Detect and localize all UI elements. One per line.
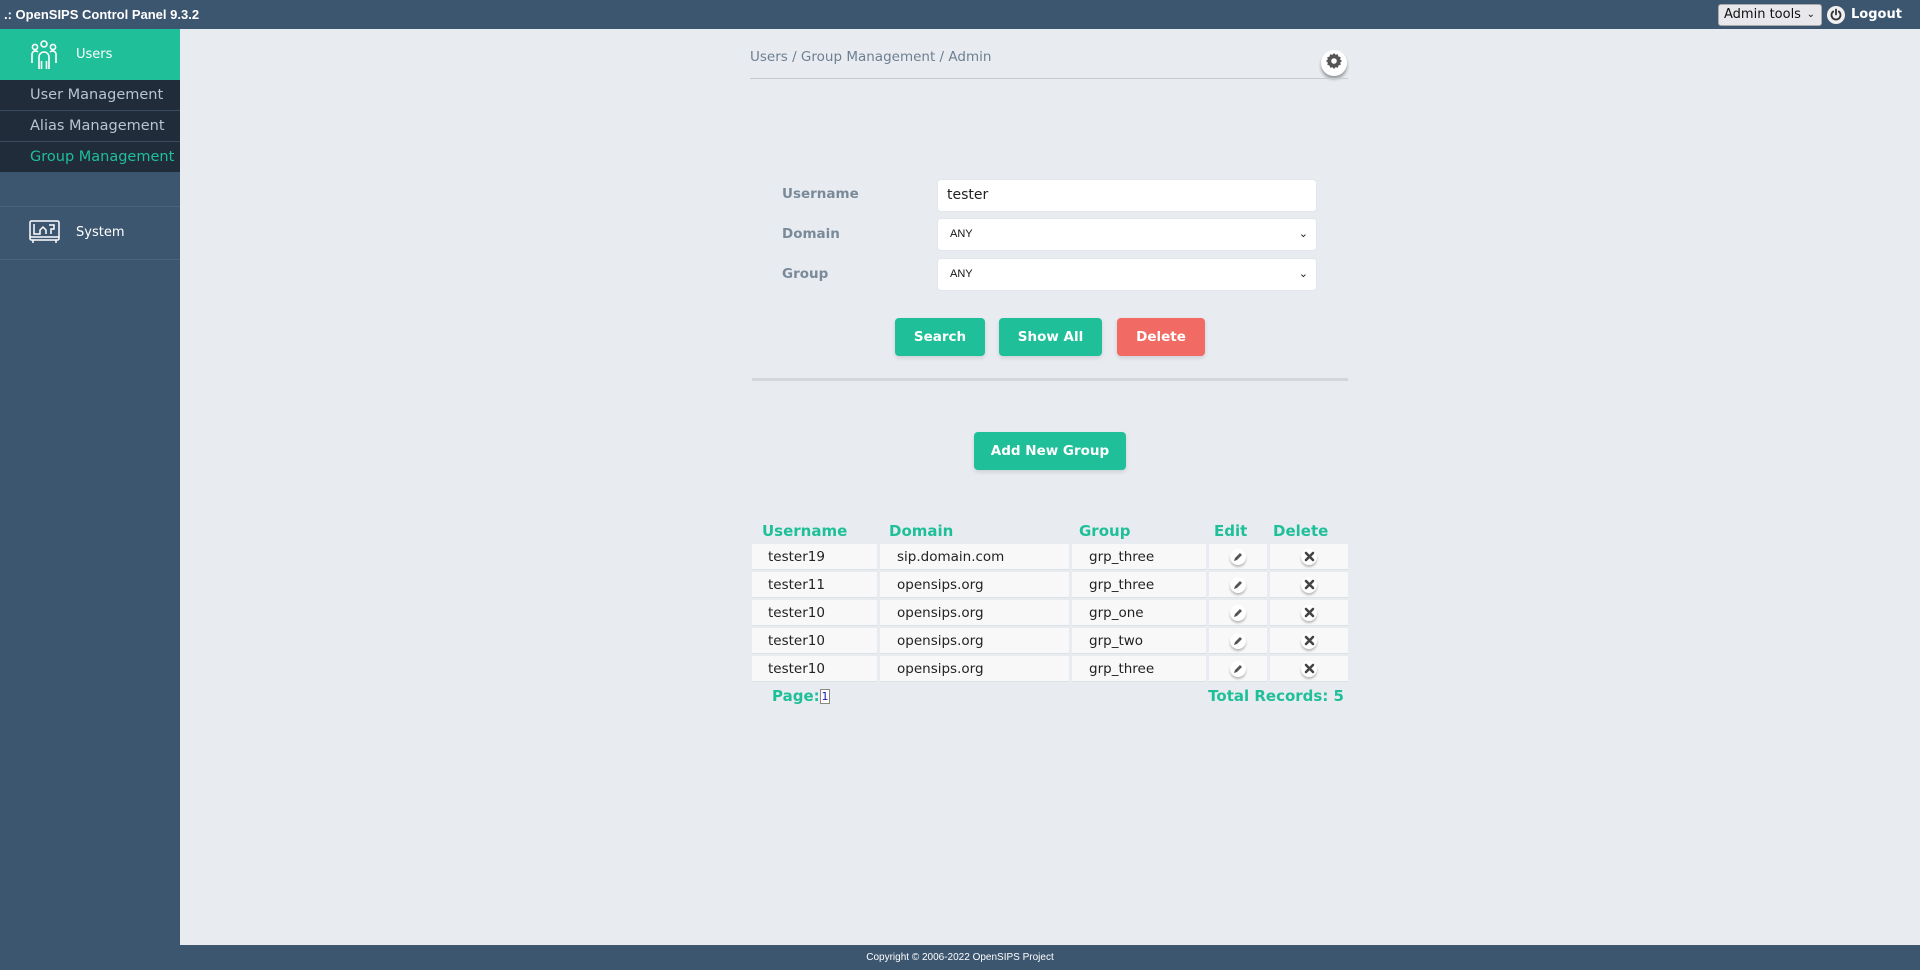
sidebar-item-users[interactable]: Users <box>0 29 180 80</box>
cell-username: tester10 <box>752 656 877 682</box>
domain-label: Domain <box>782 226 840 242</box>
table-row: tester10 opensips.org grp_one <box>752 600 1348 627</box>
delete-row-button[interactable] <box>1270 656 1348 682</box>
sidebar: Users User Management Alias Management G… <box>0 29 180 945</box>
cell-group: grp_two <box>1072 628 1206 654</box>
page-label: Page: <box>772 687 820 705</box>
cell-group: grp_one <box>1072 600 1206 626</box>
admin-tools-label: Admin tools <box>1724 7 1801 22</box>
settings-button[interactable] <box>1321 50 1347 76</box>
column-header-delete: Delete <box>1273 522 1329 540</box>
users-submenu: User Management Alias Management Group M… <box>0 80 180 172</box>
close-icon <box>1301 632 1317 649</box>
pencil-icon <box>1230 548 1246 565</box>
search-button[interactable]: Search <box>895 318 985 356</box>
show-all-button[interactable]: Show All <box>999 318 1102 356</box>
cell-domain: opensips.org <box>880 600 1069 626</box>
section-divider <box>752 378 1348 381</box>
domain-select-value: ANY <box>950 228 973 240</box>
group-select-value: ANY <box>950 268 973 280</box>
sidebar-item-alias-management[interactable]: Alias Management <box>0 111 180 142</box>
chevron-down-icon: ⌄ <box>1298 228 1308 240</box>
logout-link[interactable]: Logout <box>1851 7 1902 22</box>
users-icon <box>29 39 59 71</box>
cell-domain: sip.domain.com <box>880 544 1069 570</box>
edit-button[interactable] <box>1209 572 1267 598</box>
sidebar-system-label: System <box>76 225 125 240</box>
pencil-icon <box>1230 576 1246 593</box>
column-header-domain: Domain <box>889 522 954 540</box>
cell-domain: opensips.org <box>880 656 1069 682</box>
delete-row-button[interactable] <box>1270 600 1348 626</box>
edit-button[interactable] <box>1209 600 1267 626</box>
chevron-down-icon: ⌄ <box>1298 268 1308 280</box>
sidebar-item-group-management[interactable]: Group Management <box>0 142 180 173</box>
app-title: .: OpenSIPS Control Panel 9.3.2 <box>4 7 200 22</box>
username-input[interactable]: tester <box>937 179 1317 212</box>
close-icon <box>1301 660 1317 677</box>
footer: Copyright © 2006-2022 OpenSIPS Project <box>0 945 1920 970</box>
page-link-1[interactable]: 1 <box>820 689 830 704</box>
cell-domain: opensips.org <box>880 628 1069 654</box>
pencil-icon <box>1230 604 1246 621</box>
edit-button[interactable] <box>1209 656 1267 682</box>
system-monitor-icon <box>29 220 60 244</box>
chevron-down-icon: ⌄ <box>1806 9 1815 20</box>
cell-group: grp_three <box>1072 572 1206 598</box>
admin-tools-select[interactable]: Admin tools ⌄ <box>1718 4 1822 26</box>
column-header-group: Group <box>1079 522 1131 540</box>
cell-group: grp_three <box>1072 544 1206 570</box>
sidebar-item-user-management[interactable]: User Management <box>0 80 180 111</box>
power-icon[interactable] <box>1827 6 1845 24</box>
top-bar: .: OpenSIPS Control Panel 9.3.2 Admin to… <box>0 0 1920 29</box>
cell-username: tester19 <box>752 544 877 570</box>
close-icon <box>1301 548 1317 565</box>
header-divider <box>750 78 1348 79</box>
breadcrumb: Users / Group Management / Admin <box>750 49 992 65</box>
edit-button[interactable] <box>1209 544 1267 570</box>
close-icon <box>1301 576 1317 593</box>
sidebar-users-label: Users <box>76 47 113 62</box>
gear-icon <box>1326 53 1342 73</box>
domain-select[interactable]: ANY ⌄ <box>937 218 1317 251</box>
total-records: Total Records: 5 <box>1208 687 1344 705</box>
cell-group: grp_three <box>1072 656 1206 682</box>
table-row: tester19 sip.domain.com grp_three <box>752 544 1348 571</box>
delete-row-button[interactable] <box>1270 544 1348 570</box>
delete-row-button[interactable] <box>1270 572 1348 598</box>
column-header-edit: Edit <box>1214 522 1248 540</box>
column-header-username: Username <box>762 522 848 540</box>
edit-button[interactable] <box>1209 628 1267 654</box>
close-icon <box>1301 604 1317 621</box>
cell-username: tester11 <box>752 572 877 598</box>
cell-username: tester10 <box>752 600 877 626</box>
table-row: tester10 opensips.org grp_two <box>752 628 1348 655</box>
add-new-group-button[interactable]: Add New Group <box>974 432 1126 470</box>
table-row: tester11 opensips.org grp_three <box>752 572 1348 599</box>
sidebar-item-system[interactable]: System <box>0 207 180 260</box>
cell-username: tester10 <box>752 628 877 654</box>
delete-row-button[interactable] <box>1270 628 1348 654</box>
pencil-icon <box>1230 660 1246 677</box>
table-row: tester10 opensips.org grp_three <box>752 656 1348 683</box>
delete-button[interactable]: Delete <box>1117 318 1205 356</box>
pencil-icon <box>1230 632 1246 649</box>
cell-domain: opensips.org <box>880 572 1069 598</box>
group-select[interactable]: ANY ⌄ <box>937 258 1317 291</box>
username-label: Username <box>782 186 859 202</box>
copyright-text: Copyright © 2006-2022 OpenSIPS Project <box>866 952 1054 963</box>
group-label: Group <box>782 266 829 282</box>
